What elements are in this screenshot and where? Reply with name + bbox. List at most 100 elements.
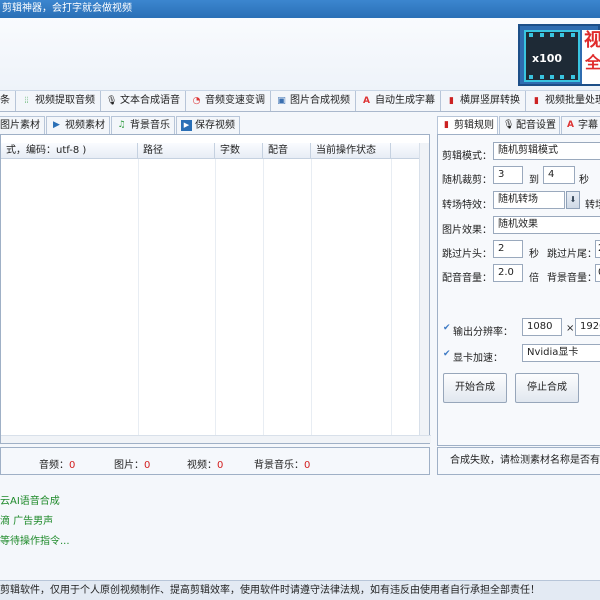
- column-header-path[interactable]: 路径: [138, 143, 215, 159]
- tab-label: 图片合成视频: [290, 95, 350, 106]
- film-rotate-icon: ▮: [449, 95, 454, 106]
- stat-label: 图片：: [114, 460, 144, 471]
- checkmark-icon: ✔: [443, 349, 451, 359]
- column-header-word-count[interactable]: 字数: [215, 143, 263, 159]
- edit-mode-select[interactable]: 随机剪辑模式: [493, 142, 600, 160]
- gpu-select[interactable]: Nvidia显卡: [522, 344, 600, 362]
- subtab-save-video[interactable]: ▶ 保存视频: [176, 116, 240, 134]
- tab-label: 配音设置: [516, 120, 556, 131]
- subtab-video-material[interactable]: ▶ 视频素材: [46, 116, 110, 134]
- resolution-x: ×: [566, 323, 575, 334]
- save-arrow-icon: ▶: [181, 120, 192, 131]
- app-logo: x100 视 全: [518, 24, 600, 86]
- transition-select[interactable]: 随机转场: [493, 191, 565, 209]
- edit-settings-panel: ▮ 剪辑规则 🎙 配音设置 A 字幕 剪辑模式： 随机剪辑模式 随机裁剪： 3 …: [437, 116, 600, 446]
- film-batch-icon: ▮: [534, 95, 539, 106]
- status-message: 合成失败，请检测素材名称是否有特殊符号: [450, 455, 600, 466]
- skip-head-input[interactable]: 2: [493, 240, 523, 258]
- voice-volume-label: 配音音量：: [442, 273, 492, 284]
- tab-batch-video[interactable]: ▮ 视频批量处理: [526, 91, 600, 111]
- material-table[interactable]: 式，编码：utf-8 ) 路径 字数 配音 当前操作状态: [0, 134, 431, 444]
- app-header: x100 视 全: [0, 18, 600, 90]
- tab-label: 视频提取音频: [35, 95, 95, 106]
- stat-bgm: 背景音乐：0: [254, 456, 310, 471]
- material-stats: 音频：0 图片：0 视频：0 背景音乐：0: [0, 447, 430, 475]
- log-line: 滴 广告男声: [0, 516, 54, 527]
- image-icon: ▣: [277, 95, 286, 106]
- tab-label: 自动生成字幕: [375, 95, 435, 106]
- subtab-background-music[interactable]: ♫ 背景音乐: [111, 116, 175, 134]
- resolution-width-input[interactable]: 1080: [522, 318, 562, 336]
- voice-volume-input[interactable]: 2.0: [493, 264, 523, 282]
- status-message-box: 合成失败，请检测素材名称是否有特殊符号: [437, 447, 600, 475]
- column-header-status[interactable]: 当前操作状态: [311, 143, 391, 159]
- logo-text-line1: 视: [584, 30, 600, 51]
- vertical-scrollbar[interactable]: [419, 143, 429, 435]
- tab-extract-audio[interactable]: ⦙⦙ 视频提取音频: [16, 91, 101, 111]
- checkmark-icon: ✔: [443, 323, 451, 333]
- stat-video: 视频：0: [187, 456, 223, 471]
- window-title-bar: 剪辑神器，会打字就会做视频: [0, 0, 600, 18]
- text-ai-icon: A: [363, 95, 370, 106]
- stat-label: 背景音乐：: [254, 460, 304, 471]
- random-cut-label: 随机裁剪：: [442, 175, 492, 186]
- logo-text: 视 全: [582, 30, 600, 84]
- tab-auto-subtitle[interactable]: A 自动生成字幕: [356, 91, 441, 111]
- voice-volume-unit: 倍: [529, 273, 539, 284]
- skip-tail-label: 跳过片尾：: [547, 249, 597, 260]
- text-ai-icon: A: [567, 120, 574, 130]
- stat-value: 0: [144, 460, 151, 471]
- operation-log: 云AI语音合成 滴 广告男声 等待操作指令...: [0, 480, 600, 580]
- tab-subtitle[interactable]: A 字幕: [561, 116, 600, 134]
- stat-value: 0: [217, 460, 224, 471]
- horizontal-scrollbar[interactable]: [1, 435, 431, 443]
- stat-label: 视频：: [187, 460, 217, 471]
- picture-effect-label: 图片效果：: [442, 225, 492, 236]
- stat-audio: 音频：0: [39, 456, 75, 471]
- tab-orientation-convert[interactable]: ▮ 横屏竖屏转换: [441, 91, 526, 111]
- skip-head-label: 跳过片头：: [442, 249, 492, 260]
- tab-partial-left[interactable]: 条: [0, 91, 16, 111]
- random-cut-to-label: 到: [529, 175, 539, 186]
- picture-effect-select[interactable]: 随机效果: [493, 216, 600, 234]
- resolution-height-input[interactable]: 1920: [575, 318, 600, 336]
- tab-edit-rules[interactable]: ▮ 剪辑规则: [437, 116, 498, 134]
- log-line: 等待操作指令...: [0, 536, 70, 547]
- microphone-icon: 🎙: [503, 120, 515, 130]
- column-header-voiceover[interactable]: 配音: [263, 143, 311, 159]
- skip-head-unit: 秒: [529, 249, 539, 260]
- start-compose-button[interactable]: 开始合成: [443, 373, 507, 403]
- settings-tabs: ▮ 剪辑规则 🎙 配音设置 A 字幕: [437, 116, 600, 134]
- resolution-label: 输出分辨率：: [453, 327, 513, 338]
- tab-audio-speed[interactable]: ◔ 音频变速变调: [186, 91, 271, 111]
- stop-compose-button[interactable]: 停止合成: [515, 373, 579, 403]
- film-icon: ▮: [444, 120, 449, 130]
- download-arrow-icon[interactable]: ⬇: [566, 191, 580, 209]
- tab-label: 字幕: [578, 120, 598, 131]
- tab-voice-settings[interactable]: 🎙 配音设置: [499, 116, 560, 134]
- random-cut-to-input[interactable]: 4: [543, 166, 575, 184]
- stat-value: 0: [304, 460, 311, 471]
- table-body: [1, 159, 421, 435]
- tab-label: 剪辑规则: [454, 120, 494, 131]
- material-tabs: 图片素材 ▶ 视频素材 ♫ 背景音乐 ▶ 保存视频: [0, 116, 241, 134]
- tab-text-to-speech[interactable]: 🎙 文本合成语音: [101, 91, 186, 111]
- subtab-label: 背景音乐: [130, 120, 170, 131]
- edit-rules-form: 剪辑模式： 随机剪辑模式 随机裁剪： 3 到 4 秒 转场特效： 随机转场 ⬇ …: [437, 134, 600, 446]
- play-icon: ▶: [53, 120, 60, 130]
- tab-label: 横屏竖屏转换: [460, 95, 520, 106]
- stat-image: 图片：0: [114, 456, 150, 471]
- transition-label: 转场特效：: [442, 200, 492, 211]
- logo-badge: x100: [532, 52, 563, 65]
- microphone-icon: 🎙: [106, 95, 118, 106]
- tab-label: 音频变速变调: [205, 95, 265, 106]
- tab-image-to-video[interactable]: ▣ 图片合成视频: [271, 91, 356, 111]
- subtab-image-material[interactable]: 图片素材: [0, 116, 45, 134]
- bgm-volume-input[interactable]: 0: [595, 264, 600, 282]
- transition-label-2: 转场: [585, 200, 600, 211]
- column-header-name[interactable]: 式，编码：utf-8 ): [1, 143, 138, 159]
- random-cut-from-input[interactable]: 3: [493, 166, 523, 184]
- gauge-icon: ◔: [192, 95, 201, 106]
- stat-value: 0: [69, 460, 76, 471]
- skip-tail-input[interactable]: 2: [595, 240, 600, 258]
